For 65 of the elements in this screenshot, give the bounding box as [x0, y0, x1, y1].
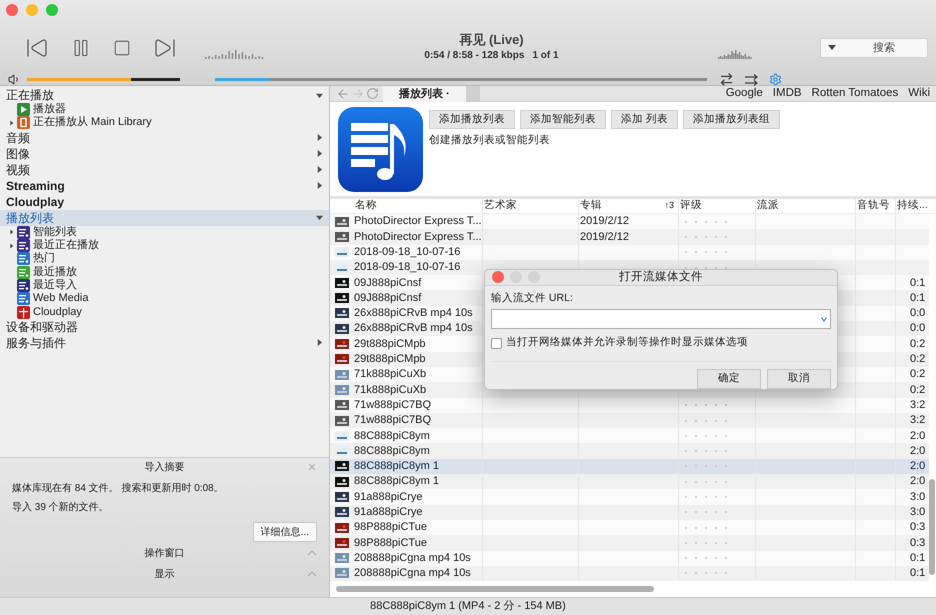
table-cell: 09J888piCnsf	[354, 276, 422, 289]
table-cell: 0:1	[910, 550, 926, 566]
table-cell: 208888piCgna mp4 10s	[354, 552, 471, 564]
table-cell-text: 0:3	[910, 536, 926, 551]
table-cell-text: 0:1	[910, 566, 926, 582]
section-label: 视频	[6, 162, 30, 179]
table-cell: 2018-09-18_10-07-16	[354, 246, 460, 258]
table-cell-text: 2:0	[910, 459, 926, 474]
section-label: Streaming	[6, 178, 65, 195]
table-cell-text: 0:2	[910, 336, 926, 352]
table-cell: 2:0	[910, 474, 926, 490]
table-cell-text: 0:0	[910, 306, 926, 322]
section-label: 播放列表	[6, 210, 54, 226]
table-cell: 09J888piCnsf	[354, 292, 422, 304]
table-cell-text: 0:2	[910, 382, 926, 398]
table-cell: 88C888piC8ym	[354, 430, 430, 442]
table-cell-text: 0:1	[910, 276, 926, 290]
table-cell: 26x888piCRvB mp4 10s	[354, 322, 473, 334]
table-cell-text: 2:0	[910, 444, 926, 459]
summary-text: 导入 39 个新的文件。	[12, 501, 110, 514]
track-count: 1 of 1	[532, 49, 559, 63]
table-cell-text: 0:2	[910, 352, 926, 367]
table-cell: 71w888piC7BQ	[354, 398, 432, 411]
table-cell: 3:2	[910, 398, 926, 413]
table-cell: 91a888piCrye	[354, 490, 422, 503]
track-info: 0:54 / 8:58 - 128 kbps	[424, 49, 524, 63]
table-cell: 29t888piCMpb	[354, 353, 426, 366]
section-label: 图像	[6, 146, 30, 163]
table-cell-text: 0:2	[910, 367, 926, 382]
table-cell: 26x888piCRvB mp4 10s	[354, 307, 473, 320]
table-cell-text: 0:1	[910, 290, 926, 306]
table-cell: 91a888piCrye	[354, 506, 422, 518]
table-cell-text: 3:0	[910, 490, 926, 505]
table-cell: 88C888piC8ym 1	[354, 460, 439, 472]
url-label: 输入流文件 URL:	[491, 290, 574, 306]
panel-title: 导入摘要	[144, 460, 184, 474]
track-title: 再见 (Live)	[459, 32, 524, 48]
status-text: 88C888piC8ym 1 (MP4 - 2 分 - 154 MB)	[370, 599, 566, 614]
section-label: 设备和驱动器	[6, 318, 78, 336]
table-cell: 71k888piCuXb	[354, 368, 426, 380]
table-cell: 208888piCgna mp4 10s	[354, 567, 471, 580]
table-cell-text: 3:2	[910, 413, 926, 428]
summary-text: 媒体库现在有 84 文件。 搜索和更新用时 0:08。	[12, 482, 225, 495]
table-cell: PhotoDirector Express T...	[354, 230, 482, 243]
section-label: 服务与插件	[6, 334, 66, 352]
table-cell: 2018-09-18_10-07-16	[354, 261, 460, 274]
section-label: Cloudplay	[6, 194, 64, 211]
table-cell: 71k888piCuXb	[354, 384, 426, 396]
checkbox-label: 当打开网络媒体并允许录制等操作时显示媒体选项	[506, 335, 748, 350]
table-cell: 98P888piCTue	[354, 521, 427, 534]
playlist-description: 创建播放列表或智能列表	[429, 133, 551, 148]
table-cell-text: 0:3	[910, 520, 926, 536]
table-cell: 29t888piCMpb	[354, 338, 426, 350]
table-cell-text: 2019/2/12	[580, 214, 629, 230]
table-cell-text: 3:0	[910, 505, 926, 520]
section-label: 正在播放	[6, 87, 54, 103]
table-cell-text: 2019/2/12	[580, 230, 629, 245]
table-cell-text: 2:0	[910, 428, 926, 444]
table-cell: PhotoDirector Express T...	[354, 215, 482, 228]
table-cell: 71w888piC7BQ	[354, 414, 432, 426]
section-label: 音频	[6, 130, 30, 147]
table-cell: 98P888piCTue	[354, 536, 427, 549]
table-cell: 0:0	[910, 321, 926, 336]
table-cell: 88C888piC8ym	[354, 444, 430, 457]
table-cell: 88C888piC8ym 1	[354, 475, 439, 488]
